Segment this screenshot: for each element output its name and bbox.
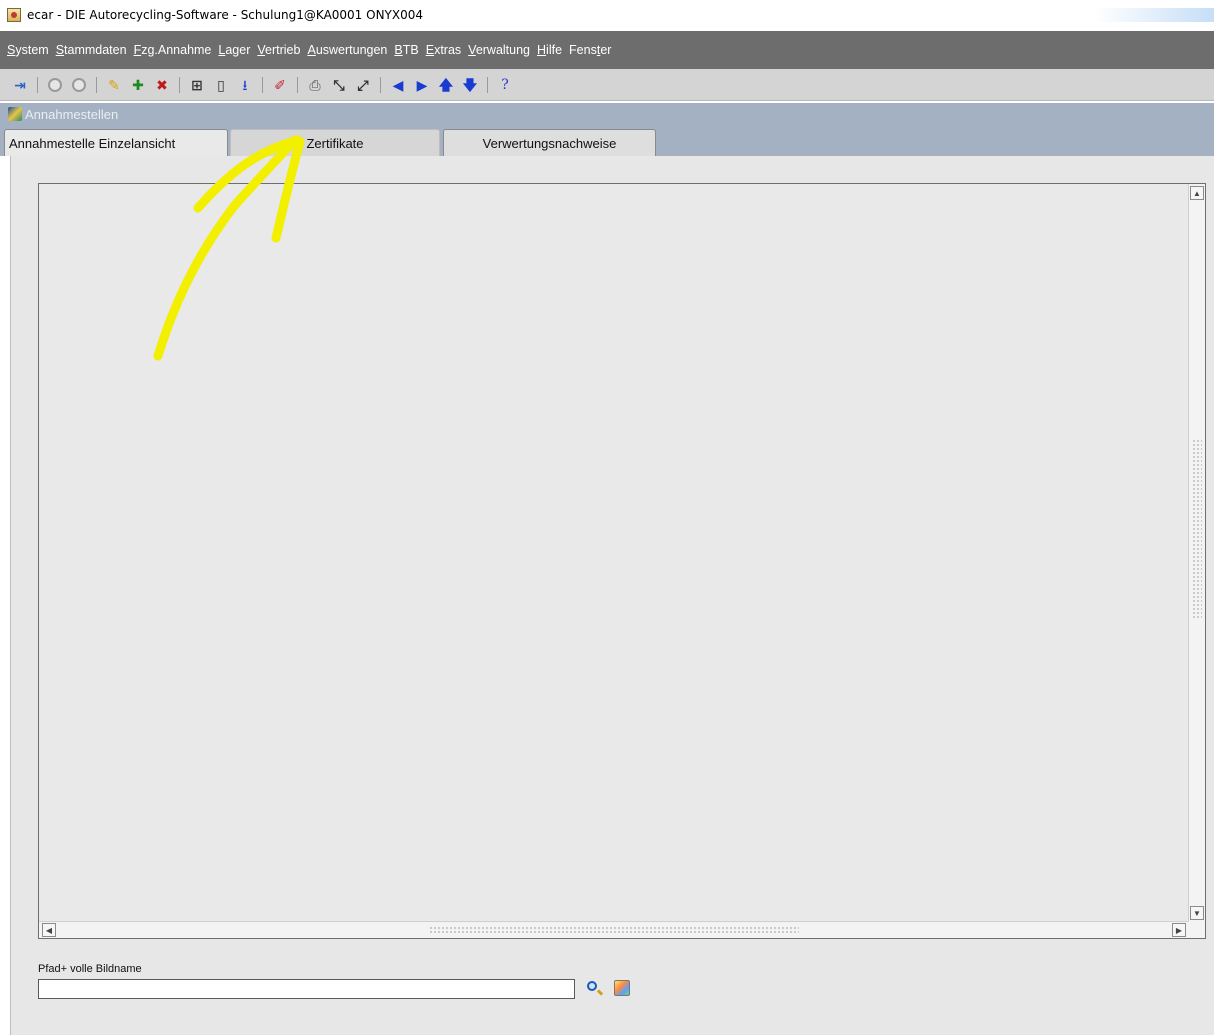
title-bar-right-area [1094,8,1214,22]
toolbar-separator [297,76,298,93]
menu-item-fzg-annahme[interactable]: Fzg.Annahme [134,43,212,57]
clear-icon[interactable]: ▯ [211,74,231,96]
delete-icon[interactable]: ✖ [152,74,172,96]
load-image-button[interactable] [612,978,632,998]
search-image-button[interactable] [584,978,604,998]
print-icon[interactable]: ⎙ [305,74,325,96]
exit-icon[interactable]: ⇥ [10,74,30,96]
tab-label: Verwertungsnachweise [482,135,617,151]
java-app-icon [7,8,21,22]
scroll-down-icon[interactable]: ▼ [1190,906,1204,920]
horizontal-scrollbar[interactable]: ◀ ▶ [39,921,1189,938]
vertical-scroll-thumb[interactable] [1192,439,1202,619]
form-window-header: Annahmestellen [0,103,1214,125]
toolbar-separator [96,76,97,93]
expand-icon[interactable]: ⤡ [329,74,349,96]
vertical-scrollbar[interactable]: ▲ ▼ [1188,184,1205,938]
new-record-icon[interactable]: ✎ [104,74,124,96]
tab-bar: Annahmestelle Einzelansicht Zertifikate … [0,125,1214,156]
toolbar-separator [380,76,381,93]
menu-item-btb[interactable]: BTB [394,43,418,57]
scroll-right-icon[interactable]: ▶ [1172,923,1186,937]
down-icon[interactable]: 🡇 [460,74,480,96]
menu-item-vertrieb[interactable]: Vertrieb [257,43,300,57]
prev-icon[interactable]: ◀ [388,74,408,96]
tab-label: Annahmestelle Einzelansicht [9,135,176,151]
menu-item-auswertungen[interactable]: Auswertungen [307,43,387,57]
scroll-up-icon[interactable]: ▲ [1190,186,1204,200]
tab-annahmestelle-einzelansicht[interactable]: Annahmestelle Einzelansicht [4,129,228,156]
toolbar: ⇥ ✎ ✚ ✖ ⊞ ▯ ⭳ ✐ ⎙ ⤡ ⤢ ◀ ▶ 🡅 🡇 ? [0,69,1214,101]
toolbar-separator [179,76,180,93]
toolbar-separator [262,76,263,93]
menu-item-system[interactable]: System [7,43,49,57]
menu-item-fenster[interactable]: Fenster [569,43,611,57]
magnifier-icon [587,981,597,991]
title-bar: ecar - DIE Autorecycling-Software - Schu… [0,0,1214,30]
back-circle-icon[interactable] [45,74,65,96]
tab-verwertungsnachweise[interactable]: Verwertungsnachweise [443,129,656,156]
path-input[interactable] [38,979,575,999]
scroll-left-icon[interactable]: ◀ [42,923,56,937]
collapse-icon[interactable]: ⤢ [353,74,373,96]
menu-item-stammdaten[interactable]: Stammdaten [56,43,127,57]
menu-item-lager[interactable]: Lager [218,43,250,57]
forward-circle-icon[interactable] [69,74,89,96]
toolbar-separator [487,76,488,93]
edit-icon[interactable]: ✐ [270,74,290,96]
tab-zertifikate[interactable]: Zertifikate [230,129,440,156]
up-icon[interactable]: 🡅 [436,74,456,96]
horizontal-scroll-thumb[interactable] [429,926,799,935]
path-label: Pfad+ volle Bildname [38,963,142,975]
form-window-title: Annahmestellen [25,106,119,122]
add-icon[interactable]: ✚ [128,74,148,96]
toolbar-separator [37,76,38,93]
next-icon[interactable]: ▶ [412,74,432,96]
save-arrow-icon[interactable]: ⭳ [235,74,255,96]
query-icon[interactable]: ⊞ [187,74,207,96]
menu-item-extras[interactable]: Extras [426,43,461,57]
menu-bar: System Stammdaten Fzg.Annahme Lager Vertrieb… [0,31,1214,69]
tab-label: Zertifikate [306,135,364,151]
image-icon [614,980,630,996]
form-window-icon [8,107,22,121]
window-title: ecar - DIE Autorecycling-Software - Schu… [27,8,424,22]
help-icon[interactable]: ? [495,74,515,96]
menu-item-verwaltung[interactable]: Verwaltung [468,43,530,57]
certificate-image-area[interactable]: ▲ ▼ ◀ ▶ [38,183,1206,939]
menu-item-hilfe[interactable]: Hilfe [537,43,562,57]
